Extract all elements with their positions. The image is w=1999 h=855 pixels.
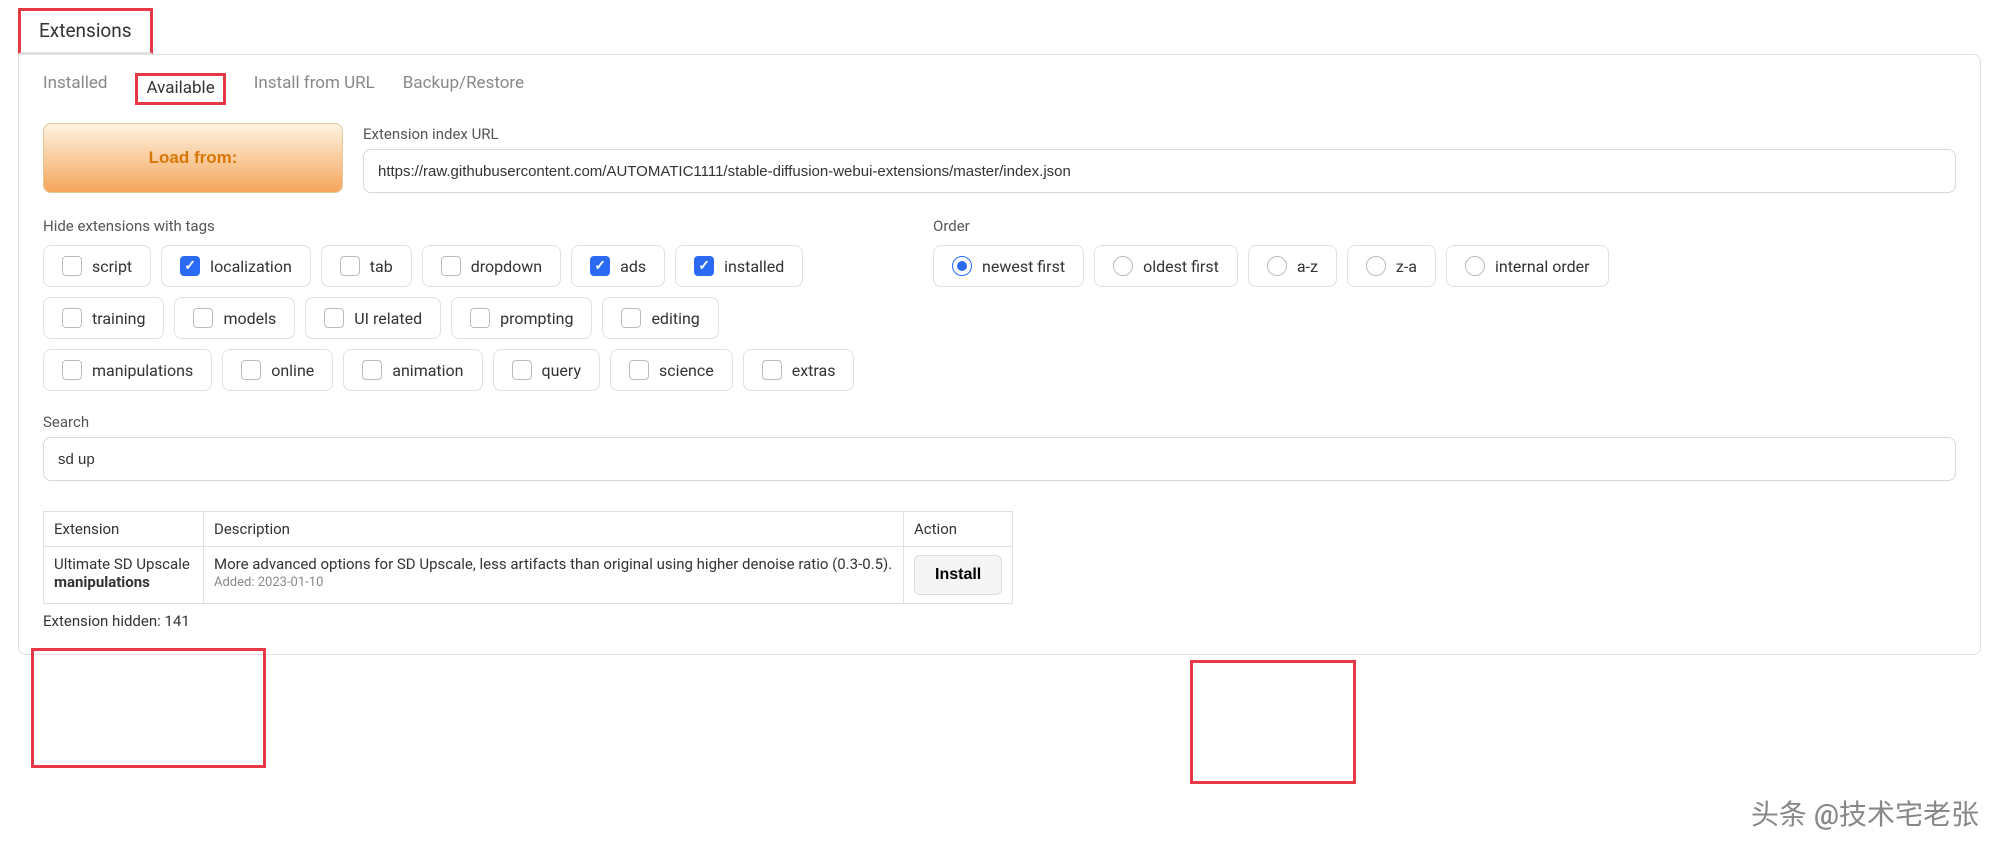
index-url-input[interactable] xyxy=(363,149,1956,193)
tag-label: dropdown xyxy=(471,257,542,276)
tag-script[interactable]: script xyxy=(43,245,151,287)
subtab-backup-restore[interactable]: Backup/Restore xyxy=(403,73,524,105)
radio-icon xyxy=(1267,256,1287,276)
order-oldest-first[interactable]: oldest first xyxy=(1094,245,1238,287)
tag-label: prompting xyxy=(500,309,573,328)
tag-extras[interactable]: extras xyxy=(743,349,855,391)
tag-animation[interactable]: animation xyxy=(343,349,482,391)
order-a-z[interactable]: a-z xyxy=(1248,245,1337,287)
ext-description: More advanced options for SD Upscale, le… xyxy=(214,555,893,573)
tag-ads[interactable]: ads xyxy=(571,245,665,287)
tag-label: query xyxy=(542,361,582,380)
checkbox-icon xyxy=(441,256,461,276)
checkbox-icon xyxy=(62,256,82,276)
th-extension: Extension xyxy=(44,512,204,547)
tag-label: script xyxy=(92,257,132,276)
radio-icon xyxy=(1366,256,1386,276)
tag-tab[interactable]: tab xyxy=(321,245,412,287)
radio-icon xyxy=(1113,256,1133,276)
checkbox-icon xyxy=(512,360,532,380)
ext-cell: Ultimate SD Upscalemanipulations xyxy=(44,547,204,604)
tag-UI-related[interactable]: UI related xyxy=(305,297,441,339)
tag-dropdown[interactable]: dropdown xyxy=(422,245,561,287)
highlight-extension-cell xyxy=(31,648,266,768)
load-from-button[interactable]: Load from: xyxy=(43,123,343,193)
tag-label: science xyxy=(659,361,714,380)
tag-label: UI related xyxy=(354,309,422,328)
tag-label: extras xyxy=(792,361,836,380)
watermark-text: 头条 @技术宅老张 xyxy=(1751,793,1979,833)
desc-cell: More advanced options for SD Upscale, le… xyxy=(204,547,904,604)
checkbox-icon xyxy=(621,308,641,328)
radio-icon xyxy=(952,256,972,276)
checkbox-icon xyxy=(629,360,649,380)
search-input[interactable] xyxy=(43,437,1956,481)
tag-editing[interactable]: editing xyxy=(602,297,718,339)
action-cell: Install xyxy=(904,547,1013,604)
order-newest-first[interactable]: newest first xyxy=(933,245,1084,287)
checkbox-icon xyxy=(694,256,714,276)
tag-models[interactable]: models xyxy=(174,297,295,339)
index-url-label: Extension index URL xyxy=(363,125,1956,143)
order-internal-order[interactable]: internal order xyxy=(1446,245,1609,287)
order-label: z-a xyxy=(1396,257,1417,276)
table-row: Ultimate SD Upscalemanipulations More adv… xyxy=(44,547,1013,604)
hide-tags-label: Hide extensions with tags xyxy=(43,217,883,235)
th-action: Action xyxy=(904,512,1013,547)
tag-localization[interactable]: localization xyxy=(161,245,311,287)
tag-label: localization xyxy=(210,257,292,276)
subtab-install-from-url[interactable]: Install from URL xyxy=(254,73,375,105)
tag-science[interactable]: science xyxy=(610,349,733,391)
tag-label: models xyxy=(223,309,276,328)
search-label: Search xyxy=(43,413,1956,431)
checkbox-icon xyxy=(180,256,200,276)
checkbox-icon xyxy=(62,308,82,328)
ext-added-date: Added: 2023-01-10 xyxy=(214,575,893,590)
th-description: Description xyxy=(204,512,904,547)
tag-label: online xyxy=(271,361,314,380)
tag-label: ads xyxy=(620,257,646,276)
highlight-install-button xyxy=(1190,660,1356,784)
tag-manipulations[interactable]: manipulations xyxy=(43,349,212,391)
order-label: a-z xyxy=(1297,257,1318,276)
tag-prompting[interactable]: prompting xyxy=(451,297,592,339)
tab-extensions[interactable]: Extensions xyxy=(18,8,153,54)
order-label: newest first xyxy=(982,257,1065,276)
checkbox-icon xyxy=(193,308,213,328)
radio-icon xyxy=(1465,256,1485,276)
order-z-a[interactable]: z-a xyxy=(1347,245,1436,287)
tag-label: installed xyxy=(724,257,784,276)
subtab-installed[interactable]: Installed xyxy=(43,73,107,105)
checkbox-icon xyxy=(362,360,382,380)
order-label: Order xyxy=(933,217,1956,235)
tag-label: animation xyxy=(392,361,463,380)
tag-label: manipulations xyxy=(92,361,193,380)
tag-label: training xyxy=(92,309,145,328)
checkbox-icon xyxy=(590,256,610,276)
order-label: oldest first xyxy=(1143,257,1219,276)
extension-hidden-count: Extension hidden: 141 xyxy=(43,612,1956,630)
ext-name: Ultimate SD Upscale xyxy=(54,555,193,573)
checkbox-icon xyxy=(62,360,82,380)
tag-label: editing xyxy=(651,309,699,328)
install-button[interactable]: Install xyxy=(914,555,1002,595)
tag-installed[interactable]: installed xyxy=(675,245,803,287)
checkbox-icon xyxy=(340,256,360,276)
tag-label: tab xyxy=(370,257,393,276)
ext-tag: manipulations xyxy=(54,573,150,591)
tag-query[interactable]: query xyxy=(493,349,601,391)
tag-online[interactable]: online xyxy=(222,349,333,391)
checkbox-icon xyxy=(470,308,490,328)
subtab-available[interactable]: Available xyxy=(135,73,225,105)
checkbox-icon xyxy=(762,360,782,380)
order-label: internal order xyxy=(1495,257,1590,276)
checkbox-icon xyxy=(324,308,344,328)
tag-training[interactable]: training xyxy=(43,297,164,339)
checkbox-icon xyxy=(241,360,261,380)
